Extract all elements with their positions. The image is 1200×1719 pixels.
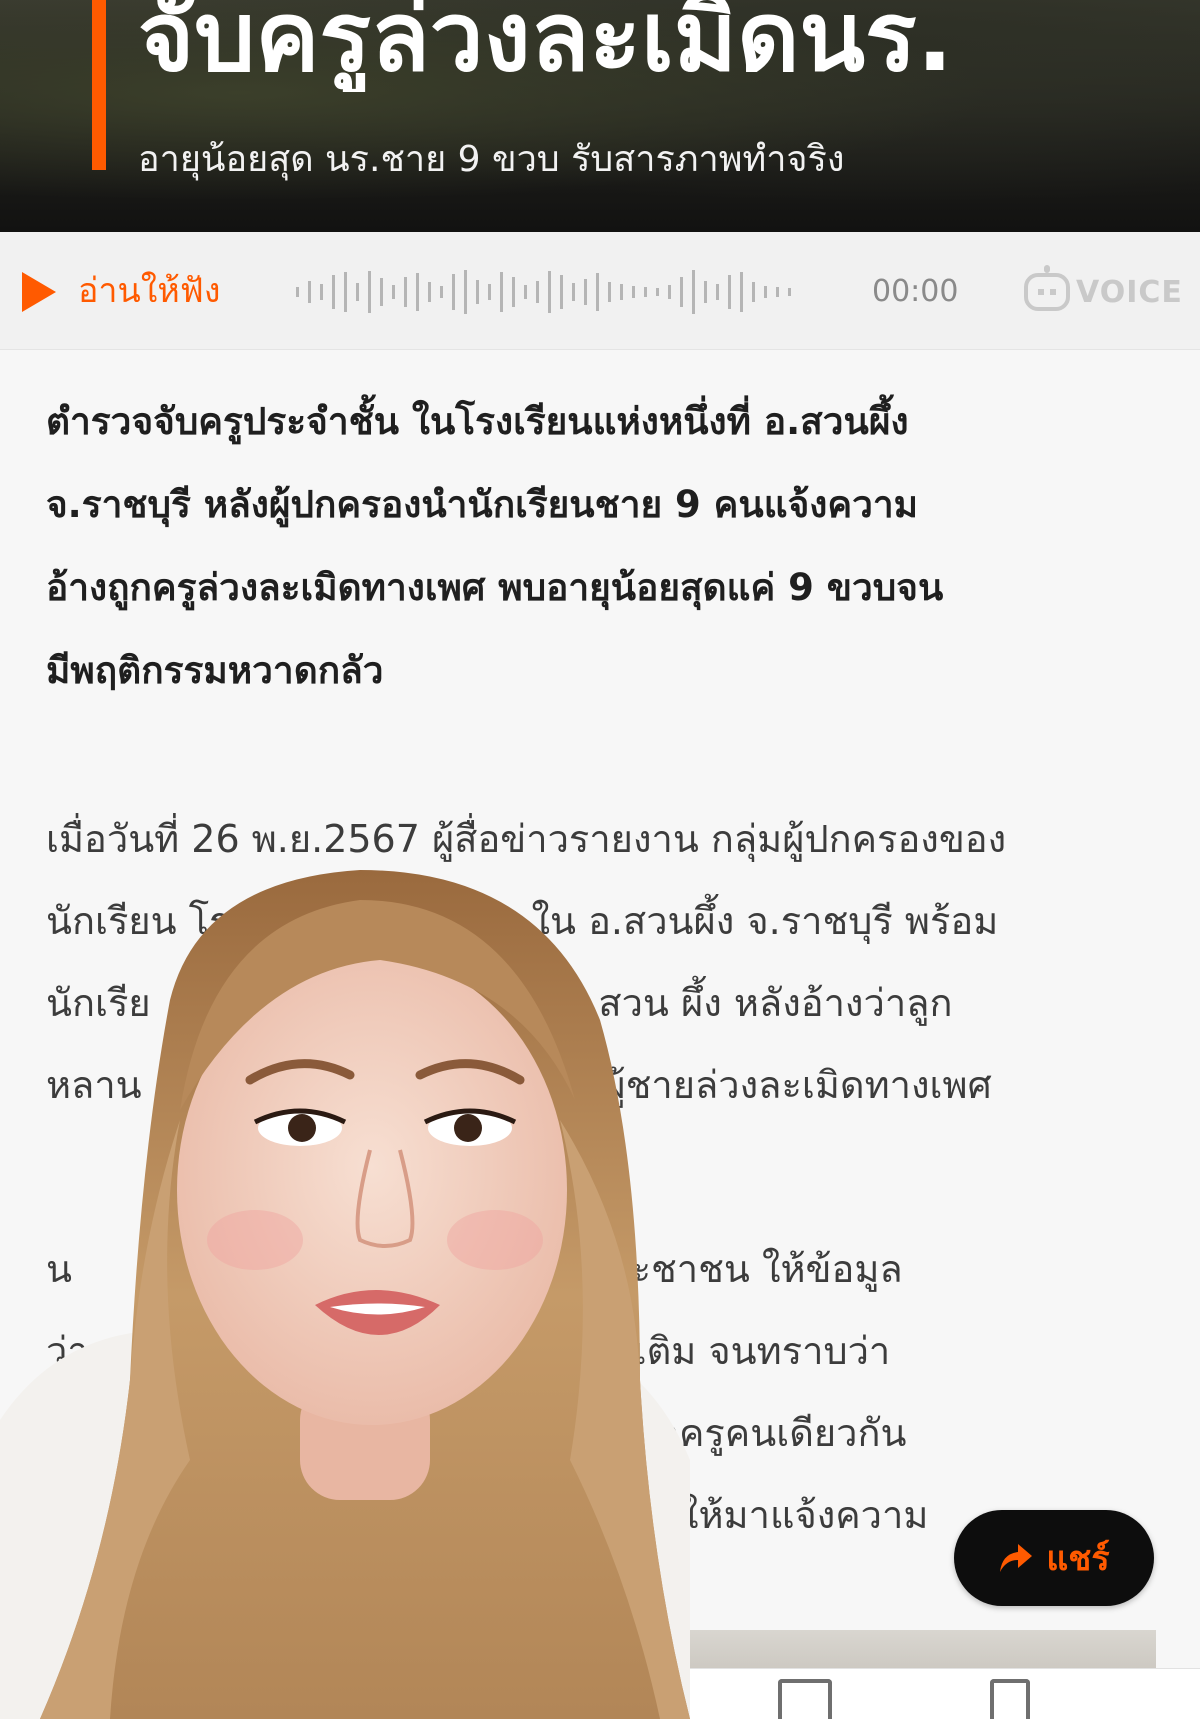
waveform-bar [632, 286, 635, 298]
share-arrow-icon [1000, 1544, 1033, 1572]
waveform-bar [740, 272, 743, 312]
voice-brand: VOICE [1076, 274, 1183, 310]
waveform-bar [536, 281, 539, 303]
waveform-bar [440, 286, 443, 298]
waveform-bar [512, 277, 515, 307]
waveform-bar [608, 282, 611, 302]
share-button[interactable]: แชร์ [954, 1510, 1154, 1606]
waveform-icon[interactable] [296, 262, 806, 322]
lead-line: มีพฤติกรรมหวาดกลัว [46, 649, 384, 692]
waveform-bar [596, 273, 599, 311]
lead-line: ตำรวจจับครูประจำชั้น ในโรงเรียนแห่งหนึ่ง… [46, 400, 909, 443]
voice-robot-icon [1024, 265, 1070, 311]
waveform-bar [524, 285, 527, 299]
waveform-bar [752, 282, 755, 302]
share-label: แชร์ [1046, 1539, 1110, 1579]
waveform-bar [380, 278, 383, 306]
waveform-bar [392, 285, 395, 299]
waveform-bar [416, 273, 419, 311]
waveform-bar [764, 286, 767, 298]
waveform-bar [428, 282, 431, 302]
waveform-bar [404, 277, 407, 307]
lead-line: จ.ราชบุรี หลังผู้ปกครองนำนักเรียนชาย 9 ค… [46, 483, 919, 526]
waveform-bar [788, 288, 791, 296]
article-lead: ตำรวจจับครูประจำชั้น ในโรงเรียนแห่งหนึ่ง… [46, 380, 1156, 712]
waveform-bar [452, 274, 455, 310]
waveform-bar [680, 277, 683, 307]
waveform-bar [704, 281, 707, 303]
play-icon[interactable] [22, 272, 56, 312]
waveform-bar [296, 287, 299, 297]
waveform-bar [500, 272, 503, 312]
waveform-bar [620, 284, 623, 300]
waveform-bar [656, 288, 659, 296]
waveform-bar [560, 275, 563, 309]
waveform-bar [356, 283, 359, 301]
waveform-bar [488, 284, 491, 300]
presenter-overlay [0, 870, 690, 1719]
waveform-bar [464, 270, 467, 314]
waveform-bar [716, 284, 719, 300]
waveform-bar [776, 287, 779, 297]
hero-banner: จับครูล่วงละเมิดนร. อายุน้อยสุด นร.ชาย 9… [0, 0, 1200, 232]
hero-accent-bar [92, 0, 106, 170]
hero-subtitle: อายุน้อยสุด นร.ชาย 9 ขวบ รับสารภาพทำจริง [138, 139, 845, 180]
bottom-nav [686, 1668, 1200, 1719]
nav-bookmark-icon[interactable] [990, 1679, 1030, 1719]
waveform-bar [344, 272, 347, 312]
waveform-bar [320, 284, 323, 300]
waveform-bar [548, 271, 551, 313]
waveform-bar [572, 283, 575, 301]
waveform-bar [476, 280, 479, 304]
waveform-bar [644, 287, 647, 297]
waveform-bar [308, 281, 311, 303]
read-aloud-bar: อ่านให้ฟัง 00:00 VOICE [0, 232, 1200, 350]
lead-line: อ้างถูกครูล่วงละเมิดทางเพศ พบอายุน้อยสุด… [46, 566, 944, 609]
waveform-bar [368, 271, 371, 313]
waveform-bar [584, 279, 587, 305]
voice-logo: VOICE [1024, 265, 1183, 316]
listen-label[interactable]: อ่านให้ฟัง [78, 268, 220, 314]
hero-title: จับครูล่วงละเมิดนร. [138, 0, 954, 92]
waveform-bar [728, 275, 731, 309]
nav-document-icon[interactable] [778, 1679, 832, 1719]
waveform-bar [668, 285, 671, 299]
audio-time: 00:00 [872, 274, 959, 309]
waveform-bar [692, 270, 695, 314]
waveform-bar [332, 275, 335, 309]
